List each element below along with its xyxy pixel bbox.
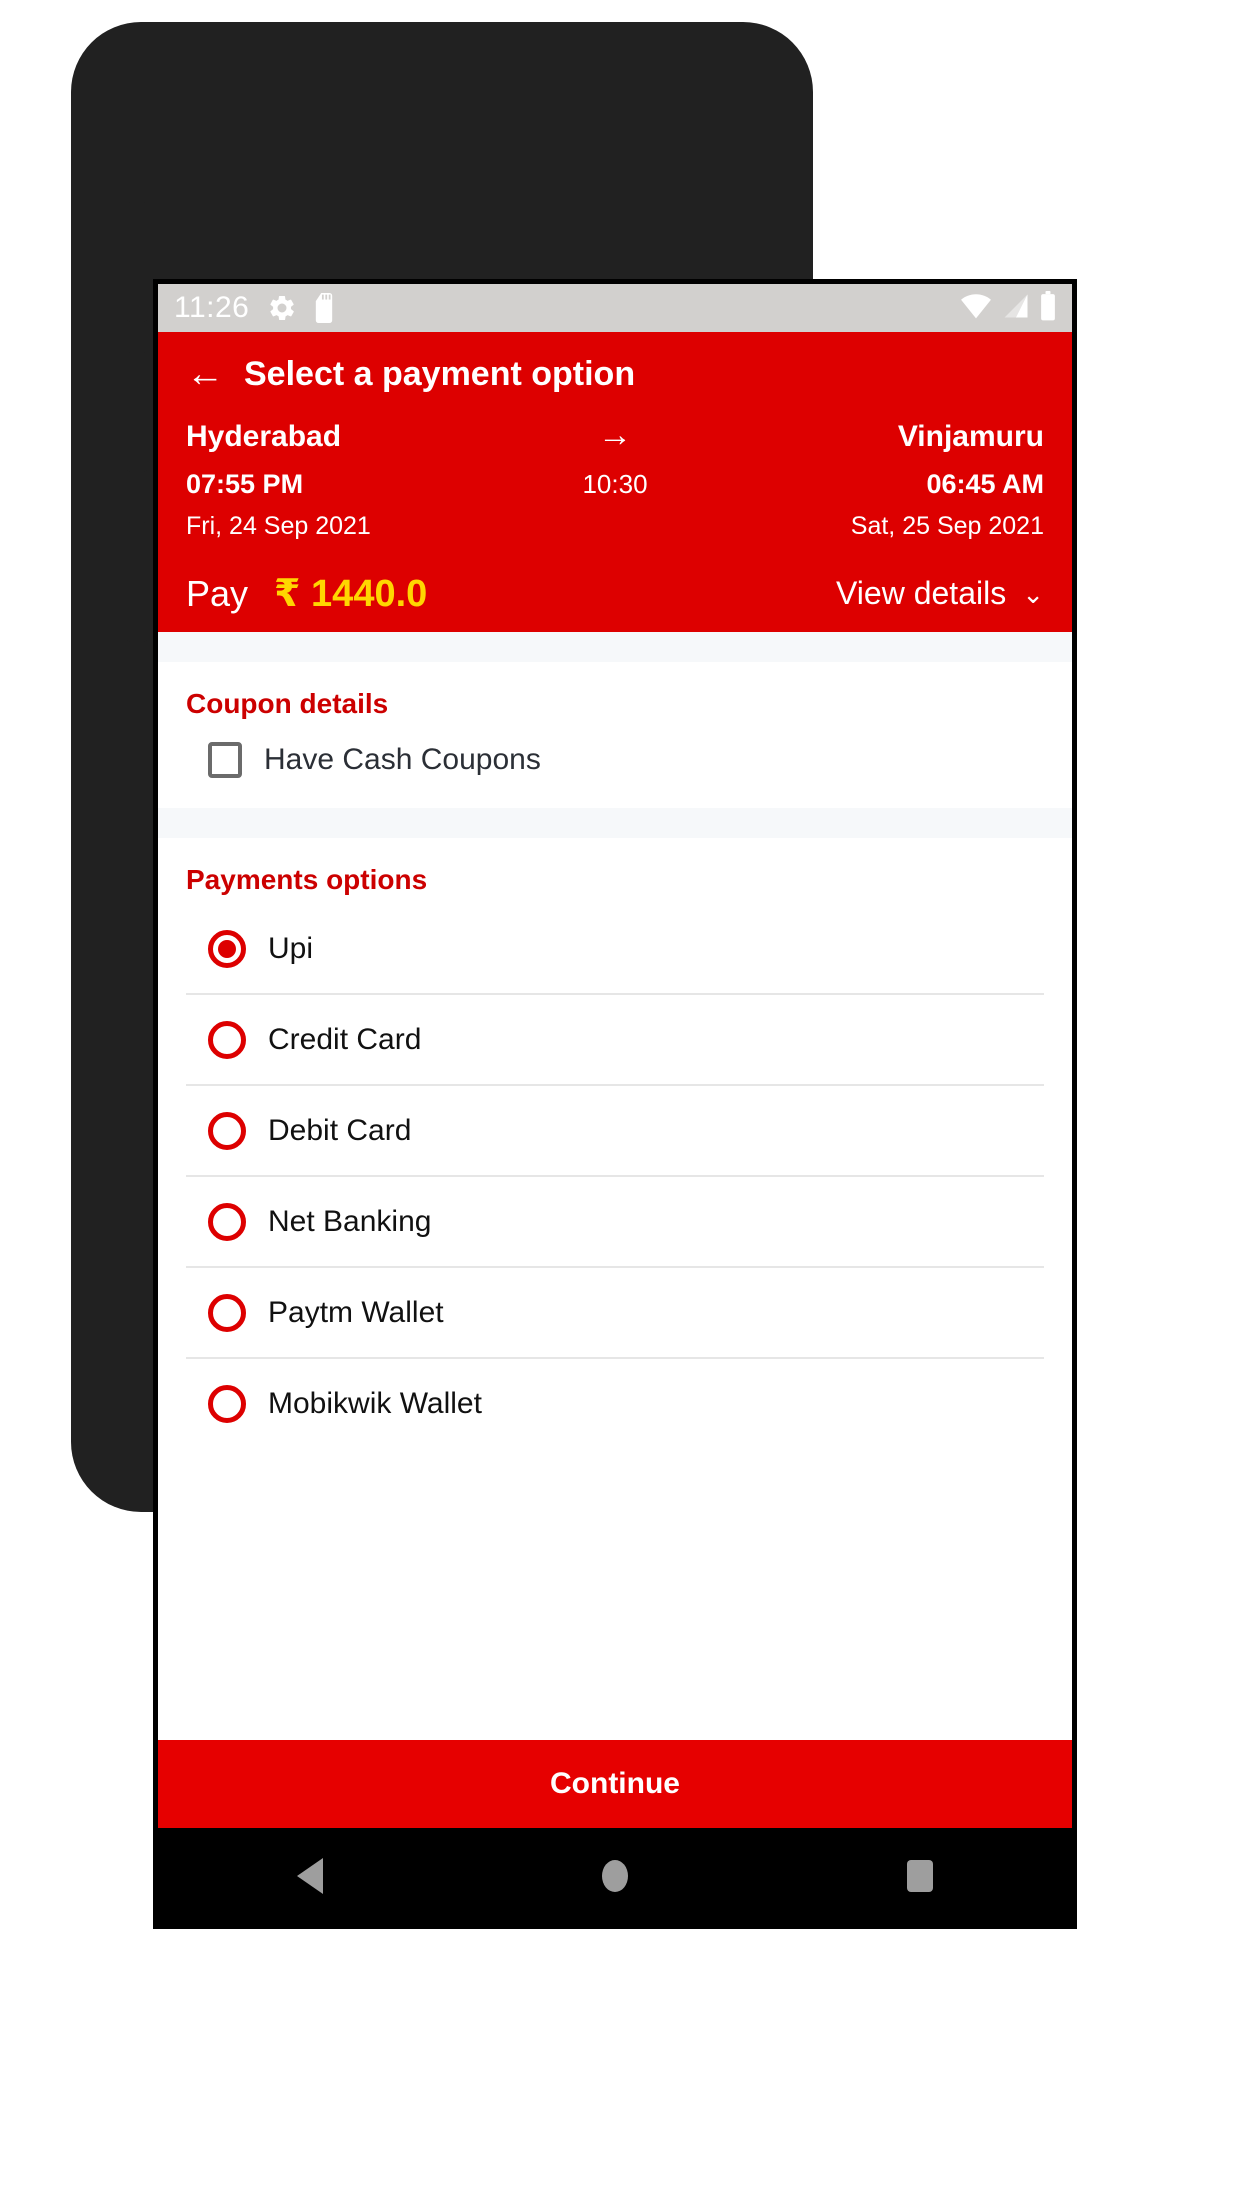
payment-option-row[interactable]: Debit Card	[186, 1086, 1044, 1177]
chevron-down-icon: ⌄	[1022, 578, 1044, 609]
journey-summary: Hyderabad → Vinjamuru 07:55 PM 10:30 06:…	[158, 416, 1072, 541]
cash-coupon-row[interactable]: Have Cash Coupons	[186, 728, 1044, 808]
view-details-label: View details	[836, 575, 1007, 611]
continue-button[interactable]: Continue	[158, 1740, 1072, 1828]
radio-button-debit-card[interactable]	[208, 1111, 246, 1150]
payment-option-row[interactable]: Upi	[186, 904, 1044, 995]
payment-option-label: Credit Card	[268, 1022, 422, 1056]
arrival-time: 06:45 AM	[926, 469, 1045, 499]
cash-coupon-label: Have Cash Coupons	[264, 743, 541, 776]
nav-back-icon[interactable]	[297, 1858, 324, 1894]
arrow-right-icon: →	[598, 416, 632, 454]
coupon-section: Coupon details Have Cash Coupons	[158, 662, 1072, 808]
payment-option-row[interactable]: Mobikwik Wallet	[186, 1359, 1044, 1448]
status-bar: 11:26	[158, 284, 1072, 332]
radio-button-paytm-wallet[interactable]	[208, 1293, 246, 1332]
fare-amount: ₹ 1440.0	[274, 573, 428, 615]
departure-date: Fri, 24 Sep 2021	[186, 512, 371, 540]
payments-section: Payments options Upi Credit Card Debit C…	[158, 838, 1072, 1448]
nav-home-icon[interactable]	[601, 1860, 628, 1892]
wifi-icon	[960, 293, 992, 324]
section-gap-middle	[158, 808, 1072, 838]
pay-label: Pay	[186, 572, 249, 614]
payment-option-label: Paytm Wallet	[268, 1295, 444, 1329]
payment-option-row[interactable]: Credit Card	[186, 995, 1044, 1086]
payment-option-row[interactable]: Paytm Wallet	[186, 1268, 1044, 1359]
gear-icon	[267, 293, 297, 323]
android-nav-bar	[158, 1828, 1072, 1924]
volume-down-button[interactable]	[127, 352, 147, 472]
status-bar-clock: 11:26	[174, 291, 250, 324]
radio-button-mobikwik-wallet[interactable]	[208, 1384, 246, 1423]
cash-coupon-checkbox[interactable]	[208, 742, 242, 778]
journey-times-row: 07:55 PM 10:30 06:45 AM	[186, 469, 1044, 500]
radio-button-upi[interactable]	[208, 929, 246, 968]
toolbar: ← Select a payment option	[158, 332, 1072, 416]
payment-option-row[interactable]: Net Banking	[186, 1177, 1044, 1268]
signal-icon	[1002, 293, 1030, 324]
payment-option-label: Debit Card	[268, 1113, 412, 1147]
journey-places-row: Hyderabad → Vinjamuru	[186, 416, 1044, 455]
payment-options-list: Upi Credit Card Debit Card Net Banking P	[186, 904, 1044, 1448]
arrival-date: Sat, 25 Sep 2021	[850, 512, 1044, 540]
coupon-section-title: Coupon details	[186, 688, 389, 719]
radio-button-credit-card[interactable]	[208, 1020, 246, 1059]
origin-place: Hyderabad	[186, 420, 342, 453]
payment-option-label: Upi	[268, 931, 314, 965]
fare-row: Pay ₹ 1440.0 View details ⌄	[158, 571, 1072, 616]
radio-button-net-banking[interactable]	[208, 1202, 246, 1241]
payment-option-label: Net Banking	[268, 1204, 432, 1238]
sd-card-icon	[313, 293, 335, 323]
app-header: ← Select a payment option Hyderabad → Vi…	[158, 332, 1072, 632]
back-arrow-icon[interactable]: ←	[186, 355, 224, 393]
page-title: Select a payment option	[244, 354, 636, 393]
payments-section-title: Payments options	[186, 864, 428, 895]
departure-time: 07:55 PM	[186, 469, 304, 499]
view-details-button[interactable]: View details ⌄	[836, 575, 1044, 612]
journey-dates-row: Fri, 24 Sep 2021 Sat, 25 Sep 2021	[186, 512, 1044, 541]
payment-option-label: Mobikwik Wallet	[268, 1386, 482, 1420]
battery-icon	[1040, 290, 1056, 326]
status-bar-right-icons	[960, 290, 1056, 326]
nav-recents-icon[interactable]	[906, 1860, 933, 1892]
destination-place: Vinjamuru	[897, 420, 1044, 453]
screenshot-stage: 11:26 ← Select a payment option Hyderaba…	[0, 0, 1242, 2208]
mute-switch-button[interactable]	[127, 522, 147, 642]
volume-up-button[interactable]	[127, 202, 147, 322]
section-gap-top	[158, 632, 1072, 662]
phone-screen: 11:26 ← Select a payment option Hyderaba…	[153, 279, 1077, 1929]
journey-duration: 10:30	[582, 469, 648, 499]
